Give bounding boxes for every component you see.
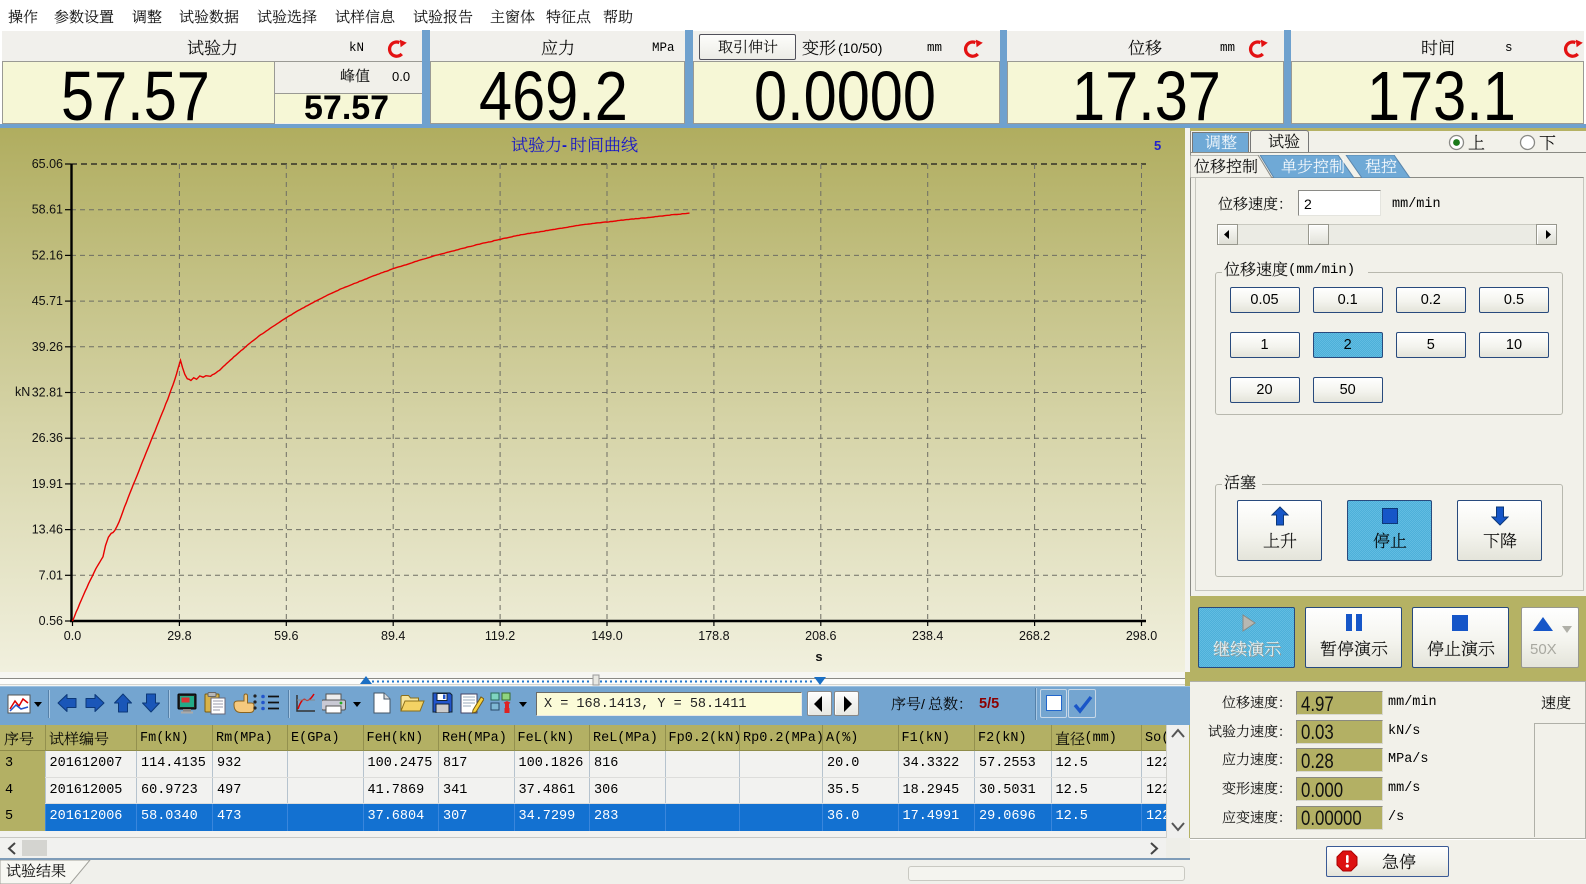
- svg-text:59.6: 59.6: [274, 629, 298, 643]
- svg-text:238.4: 238.4: [912, 629, 943, 643]
- svg-text:0.0: 0.0: [64, 629, 81, 643]
- svg-text:0.56: 0.56: [39, 614, 63, 628]
- svg-text:65.06: 65.06: [32, 157, 63, 171]
- svg-text:119.2: 119.2: [485, 629, 515, 643]
- svg-text:89.4: 89.4: [381, 629, 405, 643]
- svg-text:178.8: 178.8: [698, 629, 729, 643]
- svg-text:13.46: 13.46: [32, 523, 63, 537]
- svg-text:19.91: 19.91: [32, 477, 63, 491]
- svg-text:26.36: 26.36: [32, 431, 63, 445]
- svg-text:58.61: 58.61: [32, 203, 63, 217]
- svg-text:45.71: 45.71: [32, 294, 63, 308]
- svg-text:268.2: 268.2: [1019, 629, 1050, 643]
- svg-text:39.26: 39.26: [32, 340, 63, 354]
- svg-text:149.0: 149.0: [591, 629, 622, 643]
- svg-text:208.6: 208.6: [805, 629, 836, 643]
- svg-text:7.01: 7.01: [39, 568, 63, 582]
- svg-text:29.8: 29.8: [167, 629, 191, 643]
- svg-text:s: s: [815, 649, 822, 664]
- svg-text:298.0: 298.0: [1126, 629, 1157, 643]
- svg-text:52.16: 52.16: [32, 248, 63, 262]
- svg-text:32.81: 32.81: [32, 386, 63, 400]
